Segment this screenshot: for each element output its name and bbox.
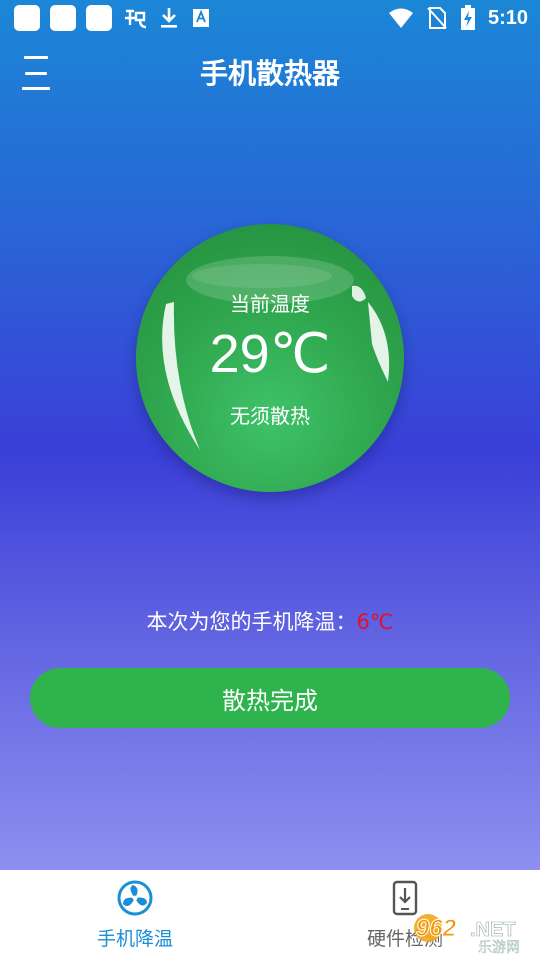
cooling-result-value: 6℃ xyxy=(356,610,394,634)
app-screen: 5:10 手机散热器 当前温度 29℃ 无须散热 本次为您的手机降温：6℃ 散热… xyxy=(0,0,540,870)
svg-text:.NET: .NET xyxy=(470,919,516,941)
bug-icon xyxy=(125,9,147,29)
menu-icon[interactable] xyxy=(22,56,54,90)
temperature-label: 当前温度 xyxy=(230,292,310,316)
temperature-ball: 当前温度 29℃ 无须散热 xyxy=(136,224,404,492)
svg-text:乐游网: 乐游网 xyxy=(478,940,520,954)
wifi-icon xyxy=(388,8,413,28)
status-bar-system: 5:10 xyxy=(388,5,540,31)
notification-box-icon xyxy=(14,5,40,31)
text-a-icon xyxy=(193,9,209,27)
cooling-status: 无须散热 xyxy=(230,404,310,428)
notification-box-icon xyxy=(50,5,76,31)
cooling-result-label: 本次为您的手机降温： xyxy=(146,610,357,634)
cooling-result: 本次为您的手机降温：6℃ xyxy=(0,606,540,636)
notification-box-icon xyxy=(86,5,112,31)
status-bar-notifications xyxy=(0,5,212,31)
nav-label-phone-cooling: 手机降温 xyxy=(96,928,173,950)
svg-text:962: 962 xyxy=(416,915,457,942)
temperature-value: 29℃ xyxy=(209,324,331,384)
status-bar: 5:10 xyxy=(0,0,540,36)
no-sim-icon xyxy=(427,7,447,29)
battery-charging-icon xyxy=(460,5,475,30)
cooling-done-button[interactable]: 散热完成 xyxy=(30,668,510,728)
page-title: 手机散热器 xyxy=(199,57,340,90)
site-watermark-logo: 962 .NET 乐游网 xyxy=(414,914,520,954)
status-time: 5:10 xyxy=(487,6,528,29)
fan-icon xyxy=(117,880,153,916)
app-header: 手机散热器 xyxy=(0,36,540,112)
download-icon xyxy=(161,8,177,28)
nav-item-phone-cooling[interactable]: 手机降温 xyxy=(0,870,270,960)
